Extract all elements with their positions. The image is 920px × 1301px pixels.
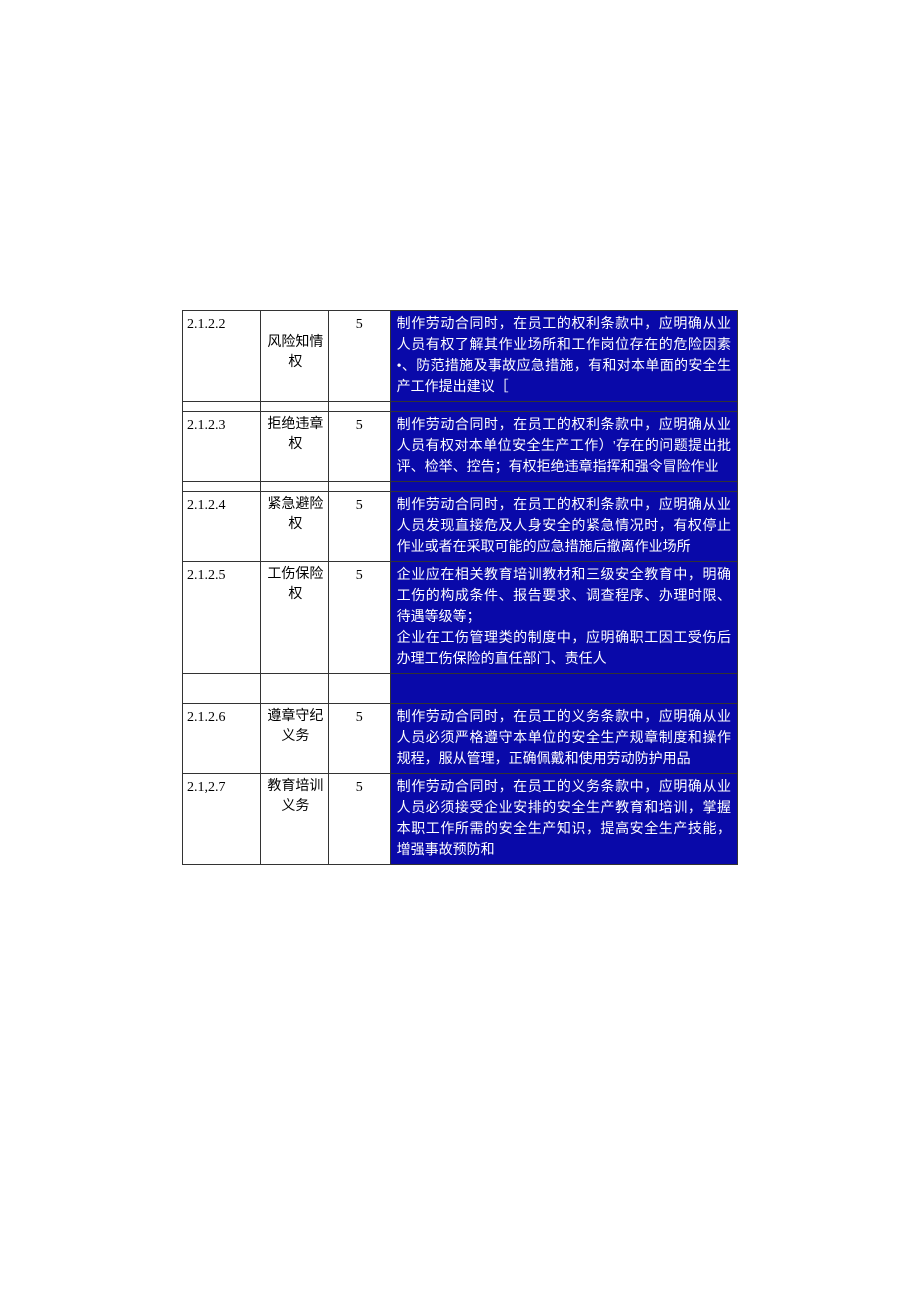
description-cell: 制作劳动合同时，在员工的义务条款中，应明确从业人员必须严格遵守本单位的安全生产规…: [390, 704, 737, 774]
section-id: 2.1.2.4: [183, 492, 261, 562]
score-value: 5: [328, 562, 390, 674]
table-row: 2.1.2.5工伤保险权5企业应在相关教育培训教材和三级安全教育中，明确工伤的构…: [183, 562, 738, 674]
description-cell: 制作劳动合同时，在员工的权利条款中，应明确从业人员有权了解其作业场所和工作岗位存…: [390, 311, 737, 402]
table-row: 2.1,2.7教育培训义务5制作劳动合同时，在员工的义务条款中，应明确从业人员必…: [183, 774, 738, 865]
document-table: 2.1.2.2风险知情权5制作劳动合同时，在员工的权利条款中，应明确从业人员有权…: [182, 310, 738, 865]
item-name: 拒绝违章权: [260, 412, 328, 482]
section-id: 2.1.2.6: [183, 704, 261, 774]
standards-table: 2.1.2.2风险知情权5制作劳动合同时，在员工的权利条款中，应明确从业人员有权…: [182, 310, 738, 865]
score-value: 5: [328, 412, 390, 482]
spacer-row: [183, 482, 738, 492]
item-name: 风险知情权: [260, 311, 328, 402]
item-name: 紧急避险权: [260, 492, 328, 562]
table-row: 2.1.2.4紧急避险权5制作劳动合同时，在员工的权利条款中，应明确从业人员发现…: [183, 492, 738, 562]
description-cell: 企业应在相关教育培训教材和三级安全教育中，明确工伤的构成条件、报告要求、调查程序…: [390, 562, 737, 674]
spacer-row: [183, 402, 738, 412]
score-value: 5: [328, 704, 390, 774]
score-value: 5: [328, 492, 390, 562]
table-row: 2.1.2.6遵章守纪义务5制作劳动合同时，在员工的义务条款中，应明确从业人员必…: [183, 704, 738, 774]
section-id: 2.1.2.2: [183, 311, 261, 402]
section-id: 2.1.2.3: [183, 412, 261, 482]
spacer-row: [183, 674, 738, 704]
item-name: 工伤保险权: [260, 562, 328, 674]
description-cell: 制作劳动合同时，在员工的义务条款中，应明确从业人员必须接受企业安排的安全生产教育…: [390, 774, 737, 865]
table-row: 2.1.2.2风险知情权5制作劳动合同时，在员工的权利条款中，应明确从业人员有权…: [183, 311, 738, 402]
item-name: 教育培训义务: [260, 774, 328, 865]
score-value: 5: [328, 311, 390, 402]
description-cell: 制作劳动合同时，在员工的权利条款中，应明确从业人员有权对本单位安全生产工作）'存…: [390, 412, 737, 482]
section-id: 2.1,2.7: [183, 774, 261, 865]
score-value: 5: [328, 774, 390, 865]
description-cell: 制作劳动合同时，在员工的权利条款中，应明确从业人员发现直接危及人身安全的紧急情况…: [390, 492, 737, 562]
table-row: 2.1.2.3拒绝违章权5制作劳动合同时，在员工的权利条款中，应明确从业人员有权…: [183, 412, 738, 482]
section-id: 2.1.2.5: [183, 562, 261, 674]
item-name: 遵章守纪义务: [260, 704, 328, 774]
